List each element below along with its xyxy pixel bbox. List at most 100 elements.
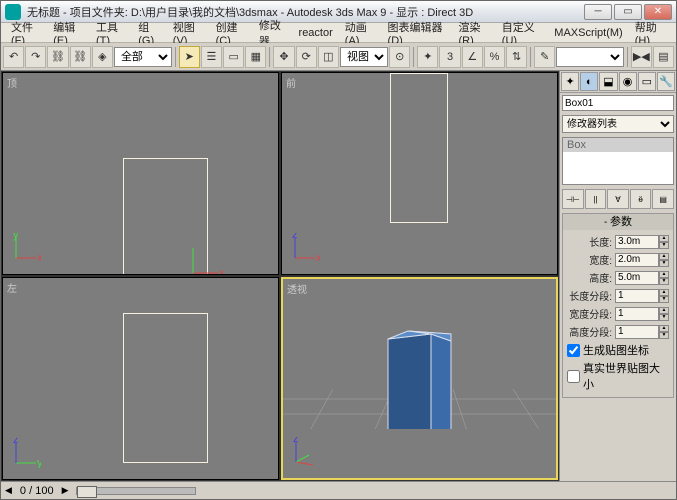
unlink-button[interactable]: ⛓ — [70, 46, 91, 68]
modifier-list-select[interactable]: 修改器列表 — [562, 115, 674, 133]
align-button[interactable]: ▤ — [653, 46, 674, 68]
statusbar: ◀ 0 / 100 ▶ — [1, 481, 676, 499]
named-selset-select[interactable] — [556, 47, 623, 67]
axis-indicator: xy — [11, 233, 41, 266]
move-button[interactable]: ✥ — [273, 46, 294, 68]
wseg-label: 宽度分段: — [567, 306, 615, 321]
hseg-input[interactable] — [615, 325, 659, 339]
tab-display[interactable]: ▭ — [638, 72, 656, 91]
hierarchy-icon: ⬓ — [603, 75, 613, 88]
tab-create[interactable]: ✦ — [561, 72, 579, 91]
pivot-button[interactable]: ⊙ — [389, 46, 410, 68]
configure-button[interactable]: ▤ — [652, 189, 674, 209]
refcoord-select[interactable]: 视图 — [340, 47, 388, 67]
svg-text:x: x — [219, 267, 223, 275]
snap-button[interactable]: 3 — [439, 46, 460, 68]
viewport-top-label: 顶 — [7, 75, 17, 90]
viewport-front[interactable]: 前 xz — [281, 72, 558, 275]
viewport-top[interactable]: 顶 x xy — [2, 72, 279, 275]
wseg-input[interactable] — [615, 307, 659, 321]
svg-text:y: y — [13, 233, 19, 241]
angle-snap-button[interactable]: ∠ — [462, 46, 483, 68]
bind-space-button[interactable]: ◈ — [92, 46, 113, 68]
align-icon: ▤ — [658, 50, 668, 63]
tab-utilities[interactable]: 🔧 — [657, 72, 675, 91]
spin-up[interactable]: ▲ — [659, 271, 669, 278]
spin-up[interactable]: ▲ — [659, 307, 669, 314]
spin-up[interactable]: ▲ — [659, 253, 669, 260]
panel-tabs: ✦ ◐ ⬓ ◉ ▭ 🔧 — [560, 71, 676, 93]
percent-snap-button[interactable]: % — [484, 46, 505, 68]
stack-item-box[interactable]: Box — [563, 138, 673, 152]
spin-down[interactable]: ▼ — [659, 296, 669, 303]
spin-up[interactable]: ▲ — [659, 289, 669, 296]
svg-text:x: x — [37, 252, 41, 263]
main-toolbar: ↶ ↷ ⛓ ⛓ ◈ 全部 ➤ ☰ ▭ ▦ ✥ ⟳ ◫ 视图 ⊙ ✦ 3 ∠ % … — [1, 43, 676, 71]
remove-mod-button[interactable]: ӫ — [630, 189, 652, 209]
tab-motion[interactable]: ◉ — [619, 72, 637, 91]
utilities-icon: 🔧 — [659, 75, 673, 88]
select-name-button[interactable]: ☰ — [201, 46, 222, 68]
slider-thumb[interactable] — [77, 486, 97, 498]
axis-indicator: yz — [11, 438, 41, 471]
select-region-button[interactable]: ▭ — [223, 46, 244, 68]
genmap-checkbox[interactable] — [567, 344, 580, 357]
rollout-parameters: - 参数 长度:▲▼ 宽度:▲▼ 高度:▲▼ 长度分段:▲▼ 宽度分段:▲▼ 高… — [562, 213, 674, 398]
snap-icon: 3 — [447, 51, 453, 63]
spin-down[interactable]: ▼ — [659, 314, 669, 321]
time-slider[interactable] — [76, 487, 196, 495]
spin-down[interactable]: ▼ — [659, 332, 669, 339]
lseg-input[interactable] — [615, 289, 659, 303]
link-button[interactable]: ⛓ — [47, 46, 68, 68]
app-window: 无标题 - 项目文件夹: D:\用户目录\我的文档\3dsmax - Autod… — [0, 0, 677, 500]
object-name-input[interactable] — [562, 95, 674, 111]
window-crossing-button[interactable]: ▦ — [245, 46, 266, 68]
realworld-checkbox[interactable] — [567, 370, 580, 383]
height-input[interactable] — [615, 271, 659, 285]
spinner-icon: ⇅ — [512, 50, 521, 63]
manipulate-button[interactable]: ✦ — [417, 46, 438, 68]
bind-icon: ◈ — [98, 50, 106, 63]
tab-modify[interactable]: ◐ — [580, 72, 598, 91]
unlink-icon: ⛓ — [73, 50, 87, 63]
menu-reactor[interactable]: reactor — [293, 25, 339, 41]
create-icon: ✦ — [565, 75, 574, 88]
tab-hierarchy[interactable]: ⬓ — [599, 72, 617, 91]
mirror-button[interactable]: ▶◀ — [631, 46, 652, 68]
spin-down[interactable]: ▼ — [659, 278, 669, 285]
height-label: 高度: — [567, 270, 615, 285]
rollout-header[interactable]: - 参数 — [563, 214, 673, 230]
mirror-icon: ▶◀ — [633, 50, 650, 63]
scale-button[interactable]: ◫ — [318, 46, 339, 68]
redo-button[interactable]: ↷ — [25, 46, 46, 68]
viewport-left[interactable]: 左 yz — [2, 277, 279, 480]
undo-button[interactable]: ↶ — [3, 46, 24, 68]
content-area: 顶 x xy 前 xz 左 yz — [1, 71, 676, 481]
viewports: 顶 x xy 前 xz 左 yz — [1, 71, 559, 481]
spin-down[interactable]: ▼ — [659, 242, 669, 249]
pin-stack-button[interactable]: ⊣⊢ — [562, 189, 584, 209]
command-panel: ✦ ◐ ⬓ ◉ ▭ 🔧 修改器列表 Box ⊣⊢ || ∀ ӫ — [559, 71, 676, 481]
select-button[interactable]: ➤ — [179, 46, 200, 68]
spin-up[interactable]: ▲ — [659, 235, 669, 242]
modify-icon: ◐ — [586, 76, 593, 88]
viewport-front-label: 前 — [286, 75, 296, 90]
display-icon: ▭ — [642, 75, 652, 88]
unique-button[interactable]: ∀ — [607, 189, 629, 209]
minimize-button[interactable]: ─ — [584, 4, 612, 20]
rotate-button[interactable]: ⟳ — [296, 46, 317, 68]
selection-filter-select[interactable]: 全部 — [114, 47, 172, 67]
menu-maxscript[interactable]: MAXScript(M) — [548, 25, 628, 41]
gizmo-icon: x — [183, 243, 223, 275]
spin-down[interactable]: ▼ — [659, 260, 669, 267]
length-input[interactable] — [615, 235, 659, 249]
width-input[interactable] — [615, 253, 659, 267]
axis-indicator: z — [291, 437, 321, 470]
nselset-button[interactable]: ✎ — [534, 46, 555, 68]
modifier-stack[interactable]: Box — [562, 137, 674, 185]
angle-snap-icon: ∠ — [467, 50, 477, 63]
spinner-snap-button[interactable]: ⇅ — [506, 46, 527, 68]
spin-up[interactable]: ▲ — [659, 325, 669, 332]
show-end-button[interactable]: || — [585, 189, 607, 209]
viewport-perspective[interactable]: 透视 z — [281, 277, 558, 480]
